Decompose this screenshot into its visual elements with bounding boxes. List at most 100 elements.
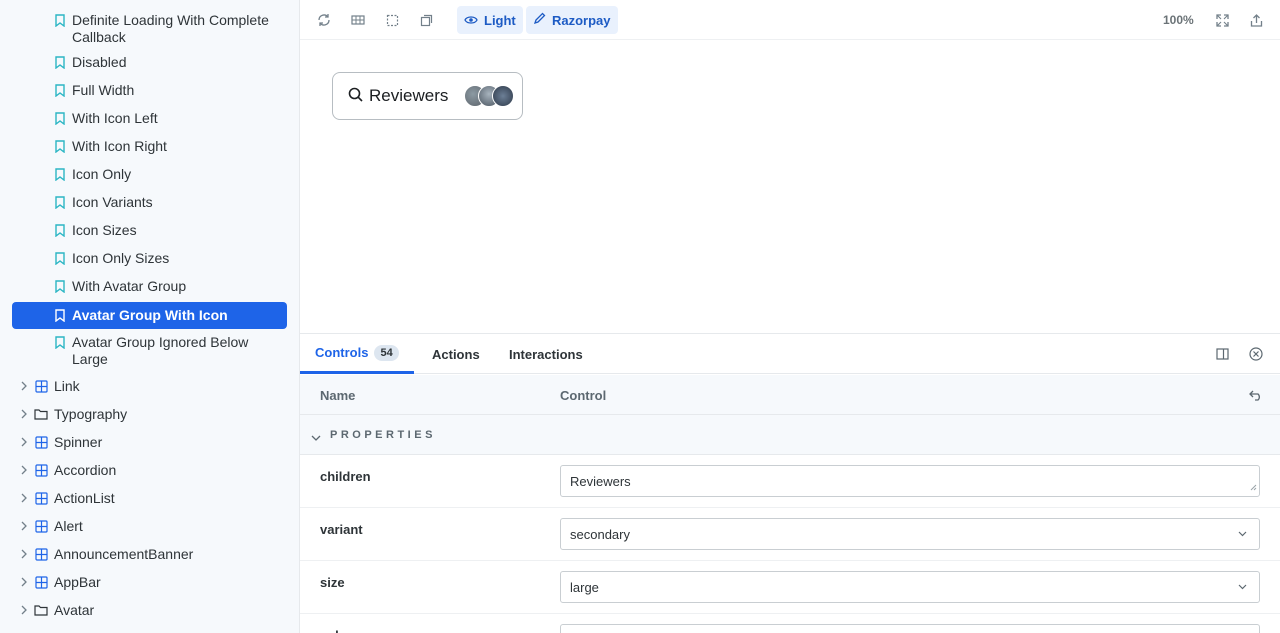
toolbar: Light Razorpay 100%	[300, 0, 1280, 40]
header-name: Name	[320, 388, 356, 403]
sidebar-item-avatar[interactable]: Avatar	[0, 596, 299, 624]
panel-layout-icon[interactable]	[1215, 347, 1229, 361]
component-label: AnnouncementBanner	[54, 546, 194, 562]
story-item-icon-only[interactable]: Icon Only	[12, 166, 287, 183]
sidebar-item-appbar[interactable]: AppBar	[0, 568, 299, 596]
tab-actions[interactable]: Actions	[432, 334, 480, 374]
color-select[interactable]	[560, 624, 1260, 633]
size-select[interactable]: large	[560, 571, 1260, 603]
story-label: Definite Loading With Complete Callback	[72, 12, 269, 45]
tab-label: Controls	[315, 345, 369, 360]
variant-select[interactable]: secondary	[560, 518, 1260, 550]
tab-interactions[interactable]: Interactions	[509, 334, 583, 374]
properties-section-header[interactable]: PROPERTIES	[300, 415, 1280, 455]
reviewers-button[interactable]: Reviewers	[332, 72, 523, 120]
component-label: Alert	[54, 518, 83, 534]
control-name: variant	[320, 522, 363, 537]
avatar	[492, 85, 515, 107]
bookmark-icon	[53, 138, 67, 155]
component-label: Link	[54, 378, 80, 394]
share-icon[interactable]	[1248, 12, 1264, 28]
sidebar-item-link[interactable]: Link	[0, 372, 299, 400]
bookmark-icon	[53, 334, 67, 351]
bookmark-icon	[53, 12, 67, 29]
theme-toggle-button[interactable]: Light	[457, 6, 523, 34]
story-item-with-icon-right[interactable]: With Icon Right	[12, 138, 287, 155]
sidebar-item-announcementbanner[interactable]: AnnouncementBanner	[0, 540, 299, 568]
story-item-icon-sizes[interactable]: Icon Sizes	[12, 222, 287, 239]
chevron-right-icon	[18, 380, 30, 392]
story-item-with-avatar-group[interactable]: With Avatar Group	[12, 278, 287, 295]
field-value: secondary	[570, 526, 630, 542]
folder-icon	[34, 603, 48, 617]
bookmark-icon	[53, 250, 67, 267]
component-icon	[34, 491, 48, 505]
children-text-field[interactable]: Reviewers	[560, 465, 1260, 497]
story-label: Full Width	[72, 82, 135, 98]
story-item-avatar-group-ignored-below-large[interactable]: Avatar Group Ignored Below Large	[12, 334, 287, 368]
chevron-right-icon	[18, 464, 30, 476]
control-row-size: size large	[300, 561, 1280, 614]
bookmark-icon	[53, 222, 67, 239]
close-icon[interactable]	[1249, 347, 1263, 361]
measure-icon[interactable]	[418, 12, 434, 28]
story-label: Avatar Group With Icon	[72, 307, 228, 323]
story-label: Icon Only	[72, 166, 132, 182]
component-icon	[34, 519, 48, 533]
brand-toggle-button[interactable]: Razorpay	[526, 6, 618, 34]
folder-icon	[34, 407, 48, 421]
grid-icon[interactable]	[350, 12, 366, 28]
story-item-avatar-group-with-icon[interactable]: Avatar Group With Icon	[12, 302, 287, 329]
panel-tabs: Controls 54 Actions Interactions	[300, 334, 1280, 374]
bookmark-icon	[53, 54, 67, 71]
component-label: ActionList	[54, 490, 115, 506]
component-icon	[34, 435, 48, 449]
bookmark-icon	[53, 110, 67, 127]
story-item-icon-only-sizes[interactable]: Icon Only Sizes	[12, 250, 287, 267]
undo-icon[interactable]	[1249, 388, 1263, 402]
story-label: Avatar Group Ignored Below Large	[72, 334, 249, 367]
sidebar-item-actionlist[interactable]: ActionList	[0, 484, 299, 512]
chevron-right-icon	[18, 436, 30, 448]
story-label: Icon Sizes	[72, 222, 137, 238]
story-item-disabled[interactable]: Disabled	[12, 54, 287, 71]
story-item-full-width[interactable]: Full Width	[12, 82, 287, 99]
sidebar-item-accordion[interactable]: Accordion	[0, 456, 299, 484]
chevron-down-icon	[1237, 529, 1247, 539]
story-label: With Avatar Group	[72, 278, 187, 294]
story-label: Icon Variants	[72, 194, 153, 210]
story-label: With Icon Right	[72, 138, 167, 154]
story-item-definite-loading-complete-callback[interactable]: Definite Loading With Complete Callback	[12, 12, 287, 46]
tab-label: Interactions	[509, 346, 583, 362]
chevron-right-icon	[18, 492, 30, 504]
sidebar-item-typography[interactable]: Typography	[0, 400, 299, 428]
sidebar-item-alert[interactable]: Alert	[0, 512, 299, 540]
component-label: Avatar	[54, 602, 95, 618]
component-icon	[34, 547, 48, 561]
fullscreen-icon[interactable]	[1214, 12, 1230, 28]
chevron-down-icon	[311, 429, 321, 445]
story-label: With Icon Left	[72, 110, 158, 126]
story-item-icon-variants[interactable]: Icon Variants	[12, 194, 287, 211]
control-row-color: color	[300, 614, 1280, 633]
sidebar-item-spinner[interactable]: Spinner	[0, 428, 299, 456]
component-label: Typography	[54, 406, 128, 422]
tab-label: Actions	[432, 346, 480, 362]
reload-icon[interactable]	[316, 12, 332, 28]
tab-controls[interactable]: Controls 54	[300, 334, 414, 374]
outline-icon[interactable]	[384, 12, 400, 28]
resize-handle-icon[interactable]	[1250, 479, 1257, 494]
header-control: Control	[560, 388, 607, 403]
control-row-variant: variant secondary	[300, 508, 1280, 561]
section-title: PROPERTIES	[330, 428, 436, 441]
control-name: children	[320, 469, 371, 484]
controls-count-badge: 54	[374, 344, 399, 361]
story-item-with-icon-left[interactable]: With Icon Left	[12, 110, 287, 127]
sidebar: Definite Loading With Complete Callback …	[0, 0, 300, 633]
component-label: AppBar	[54, 574, 101, 590]
component-icon	[34, 379, 48, 393]
reviewers-button-label: Reviewers	[369, 86, 449, 105]
component-label: Accordion	[54, 462, 117, 478]
preview-canvas: Reviewers	[300, 40, 1280, 333]
theme-label: Light	[484, 12, 516, 28]
